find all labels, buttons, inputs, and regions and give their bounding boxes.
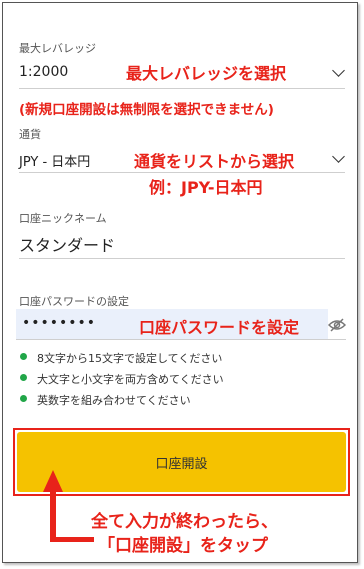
leverage-underline — [19, 88, 345, 89]
currency-label: 通貨 — [19, 128, 41, 141]
requirement-item: 英数字を組み合わせてください — [37, 394, 191, 407]
password-value: •••••••• — [22, 315, 97, 331]
password-annotation: 口座パスワードを設定 — [139, 318, 300, 337]
green-dot-icon — [20, 395, 27, 402]
password-underline — [16, 339, 346, 340]
currency-underline — [19, 172, 345, 173]
leverage-value[interactable]: 1:2000 — [19, 64, 68, 80]
nickname-underline — [19, 258, 345, 259]
open-account-button-label: 口座開設 — [155, 456, 208, 472]
requirement-item: 大文字と小文字を両方含めてください — [37, 373, 224, 386]
eye-off-icon[interactable] — [327, 317, 347, 332]
password-label: 口座パスワードの設定 — [19, 295, 129, 308]
nickname-input[interactable]: スタンダード — [19, 232, 115, 256]
instruction-line-1: 全て入力が終わったら、 — [91, 512, 278, 532]
requirement-item: 8文字から15文字で設定してください — [37, 352, 223, 365]
currency-value[interactable]: JPY - 日本円 — [19, 151, 90, 170]
leverage-annotation: 最大レバレッジを選択 — [126, 64, 287, 83]
leverage-label: 最大レバレッジ — [19, 42, 96, 55]
green-dot-icon — [20, 374, 27, 381]
currency-annotation-2: 例：JPY-日本円 — [149, 178, 263, 197]
instruction-line-2: 「口座開設」をタップ — [98, 536, 268, 556]
nickname-label: 口座ニックネーム — [19, 212, 107, 225]
currency-annotation-1: 通貨をリストから選択 — [134, 152, 295, 171]
green-dot-icon — [20, 353, 27, 360]
leverage-note: (新規口座開設は無制限を選択できません) — [19, 102, 274, 118]
